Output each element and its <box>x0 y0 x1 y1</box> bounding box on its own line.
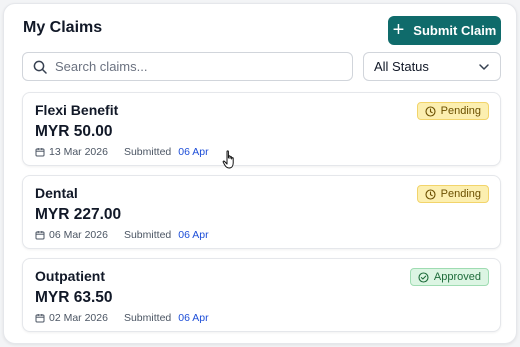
page-title: My Claims <box>23 19 103 36</box>
search-input[interactable] <box>55 59 335 74</box>
status-badge: Pending <box>416 185 489 203</box>
submitted-label: Submitted <box>123 146 172 158</box>
calendar-icon <box>35 148 45 157</box>
claim-name: Flexi Benefit <box>35 102 119 118</box>
search-icon <box>33 60 47 74</box>
submit-claim-button[interactable]: + Submit Claim <box>388 16 501 45</box>
clock-icon <box>425 188 436 200</box>
claim-amount: MYR 50.00 <box>35 123 113 140</box>
claim-amount: MYR 63.50 <box>35 289 113 306</box>
claim-meta: 06 Mar 2026 Submitted 06 Apr <box>35 229 209 241</box>
status-filter-value: All Status <box>374 59 429 74</box>
submitted-date: 06 Apr <box>178 146 209 158</box>
status-badge: Pending <box>416 102 489 120</box>
plus-icon: + <box>392 18 405 41</box>
claim-date: 06 Mar 2026 <box>49 229 108 241</box>
claim-card[interactable]: Flexi Benefit MYR 50.00 13 Mar 2026 Subm… <box>22 92 501 166</box>
hand-cursor-icon <box>222 150 234 169</box>
submitted-label: Submitted <box>123 312 172 324</box>
submit-claim-label: Submit Claim <box>413 23 497 38</box>
status-filter-select[interactable]: All Status <box>363 52 501 81</box>
claims-panel: My Claims + Submit Claim All Status Flex… <box>3 3 517 344</box>
claim-card[interactable]: Outpatient MYR 63.50 02 Mar 2026 Submitt… <box>22 258 501 332</box>
search-box[interactable] <box>22 52 353 81</box>
clock-icon <box>425 105 436 117</box>
status-badge-label: Pending <box>440 188 481 200</box>
claim-card[interactable]: Dental MYR 227.00 06 Mar 2026 Submitted … <box>22 175 501 249</box>
claim-meta: 02 Mar 2026 Submitted 06 Apr <box>35 312 209 324</box>
claim-date: 02 Mar 2026 <box>49 312 108 324</box>
submitted-date: 06 Apr <box>178 229 209 241</box>
check-circle-icon <box>418 271 429 283</box>
calendar-icon <box>35 314 45 323</box>
calendar-icon <box>35 231 45 240</box>
status-badge-label: Approved <box>433 271 481 283</box>
claim-amount: MYR 227.00 <box>35 206 122 223</box>
submitted-label: Submitted <box>123 229 172 241</box>
status-badge: Approved <box>409 268 489 286</box>
chevron-down-icon <box>479 63 489 70</box>
submitted-date: 06 Apr <box>178 312 209 324</box>
claim-name: Outpatient <box>35 268 105 284</box>
claim-name: Dental <box>35 185 78 201</box>
claim-meta: 13 Mar 2026 Submitted 06 Apr <box>35 146 209 158</box>
claim-date: 13 Mar 2026 <box>49 146 108 158</box>
status-badge-label: Pending <box>440 105 481 117</box>
